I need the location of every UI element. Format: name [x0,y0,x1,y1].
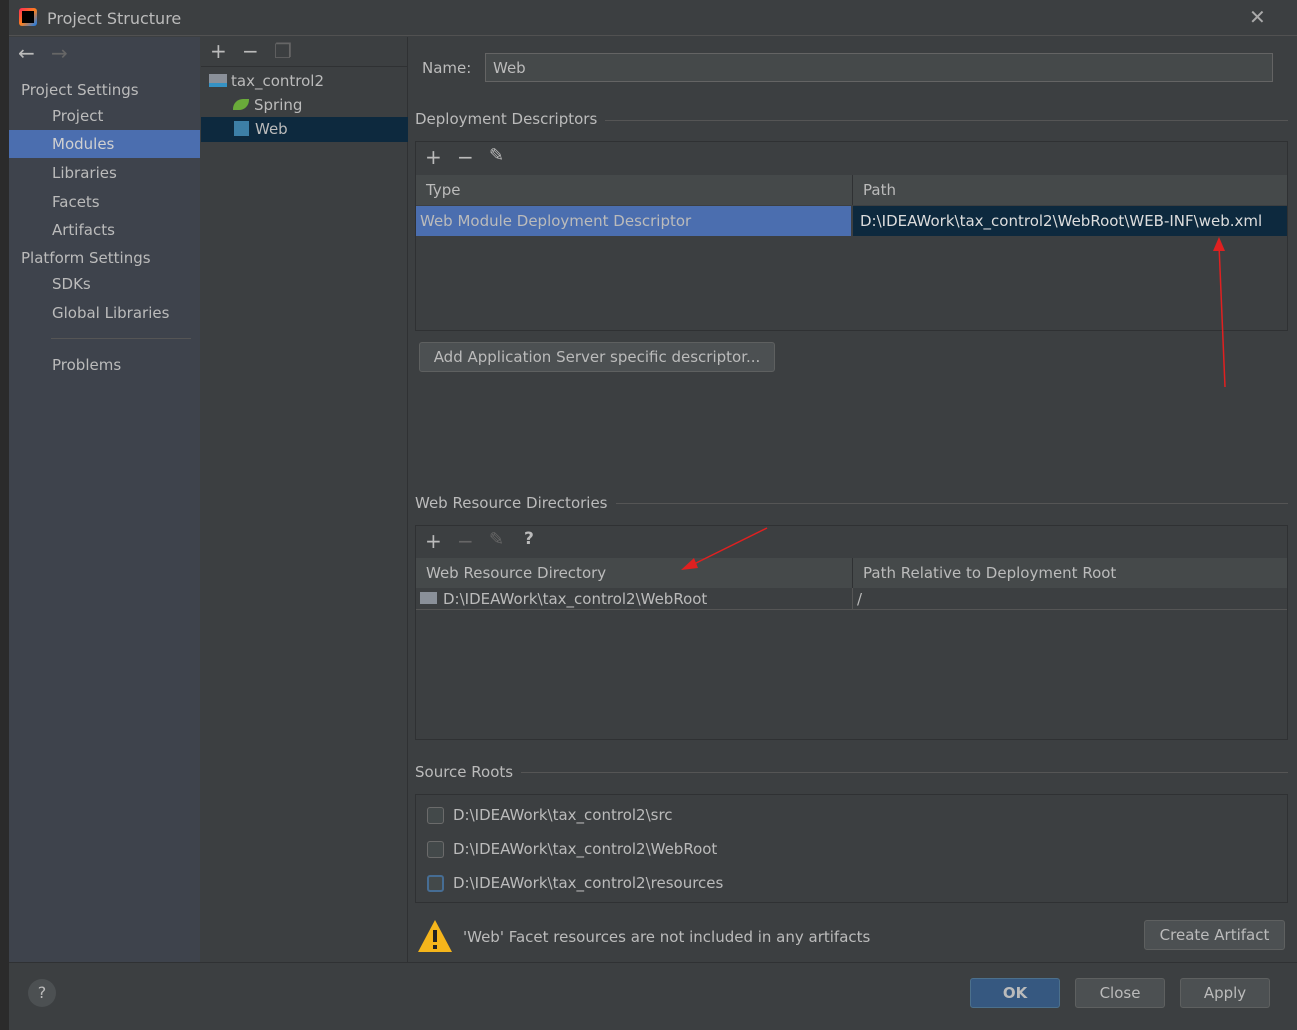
column-header-web-resource-directory[interactable]: Web Resource Directory [416,558,853,588]
sidebar-item-project[interactable]: Project [9,102,200,130]
source-roots-title: Source Roots [415,763,522,781]
sidebar-item-problems[interactable]: Problems [9,351,200,379]
add-icon[interactable]: + [425,529,442,553]
title-bar: Project Structure ✕ [9,0,1297,36]
divider [51,338,191,339]
intellij-logo-icon [19,8,37,26]
help-button[interactable]: ? [28,979,56,1007]
copy-icon[interactable]: ❐ [274,39,292,63]
web-facet-icon [234,121,249,136]
source-root-checkbox[interactable] [427,875,444,892]
sidebar-item-modules[interactable]: Modules [9,130,200,158]
remove-icon[interactable]: − [242,39,259,63]
relative-path-cell[interactable]: / [853,588,1287,610]
module-folder-icon [209,74,227,87]
source-root-label: D:\IDEAWork\tax_control2\src [453,806,673,824]
warning-text: 'Web' Facet resources are not included i… [463,928,871,946]
edit-pencil-icon[interactable]: ✎ [489,529,504,550]
column-header-type[interactable]: Type [416,175,853,205]
column-header-path[interactable]: Path [853,175,1288,205]
deployment-descriptors-table: + − ✎ Type Path Web Module Deployment De… [415,141,1288,331]
source-roots-list: D:\IDEAWork\tax_control2\src D:\IDEAWork… [415,794,1288,903]
remove-icon[interactable]: − [457,529,474,553]
source-root-checkbox[interactable] [427,807,444,824]
source-root-checkbox[interactable] [427,841,444,858]
tree-node-tax-control2[interactable]: tax_control2 [209,69,324,93]
forward-arrow-icon[interactable]: → [51,41,68,65]
apply-button[interactable]: Apply [1180,978,1270,1008]
source-root-label: D:\IDEAWork\tax_control2\WebRoot [453,840,718,858]
back-arrow-icon[interactable]: ← [18,41,35,65]
close-icon[interactable]: ✕ [1249,5,1266,29]
name-label: Name: [422,59,472,77]
descriptor-type-cell[interactable]: Web Module Deployment Descriptor [416,206,851,236]
ok-button[interactable]: OK [970,978,1060,1008]
warning-icon [418,920,452,952]
window-title: Project Structure [47,9,182,28]
name-input[interactable] [485,53,1273,82]
settings-sidebar: ← → Project Settings Project Modules Lib… [9,37,200,962]
column-header-relative-path[interactable]: Path Relative to Deployment Root [853,558,1288,588]
create-artifact-button[interactable]: Create Artifact [1144,920,1285,950]
sidebar-item-facets[interactable]: Facets [9,188,200,216]
add-icon[interactable]: + [425,145,442,169]
edit-pencil-icon[interactable]: ✎ [489,145,504,166]
tree-node-spring[interactable]: Spring [233,93,302,117]
section-project-settings: Project Settings [21,81,139,99]
section-platform-settings: Platform Settings [21,249,151,267]
source-root-label: D:\IDEAWork\tax_control2\resources [453,874,724,892]
sidebar-item-sdks[interactable]: SDKs [9,270,200,298]
sidebar-item-artifacts[interactable]: Artifacts [9,216,200,244]
sidebar-item-libraries[interactable]: Libraries [9,159,200,187]
deployment-descriptors-title: Deployment Descriptors [415,110,606,128]
web-resource-directories-title: Web Resource Directories [415,494,616,512]
web-resource-directories-table: + − ✎ ? Web Resource Directory Path Rela… [415,525,1288,740]
spring-leaf-icon [233,99,249,110]
sidebar-item-global-libraries[interactable]: Global Libraries [9,299,200,327]
add-server-descriptor-button[interactable]: Add Application Server specific descript… [419,342,775,372]
web-resource-row[interactable]: D:\IDEAWork\tax_control2\WebRoot [416,588,853,610]
module-tree: + − ❐ tax_control2 Spring Web [201,37,408,962]
remove-icon[interactable]: − [457,145,474,169]
descriptor-path-cell[interactable]: D:\IDEAWork\tax_control2\WebRoot\WEB-INF… [853,206,1287,236]
close-button[interactable]: Close [1075,978,1165,1008]
web-folder-icon [420,592,437,604]
help-icon[interactable]: ? [524,529,534,549]
tree-node-web[interactable]: Web [201,117,408,142]
add-icon[interactable]: + [210,39,227,63]
